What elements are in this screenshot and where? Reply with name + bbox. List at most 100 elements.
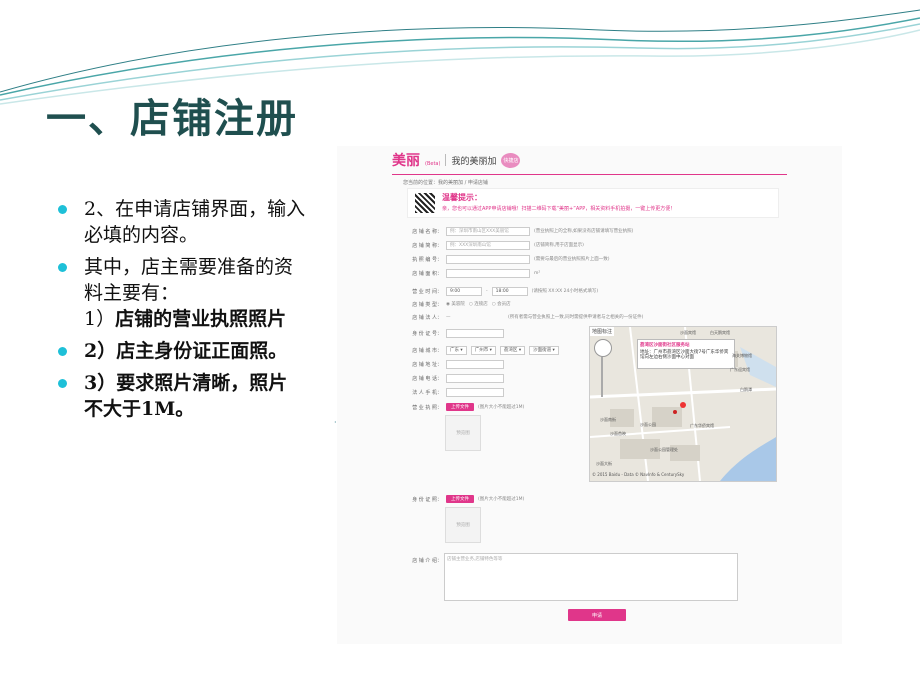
time-dash: - (486, 288, 488, 294)
field-label: 店 铺 名 称： (412, 228, 442, 235)
map-place-1: 沙面宾馆 (680, 330, 696, 335)
city-value: 广州市 (474, 348, 489, 353)
upload-id-button[interactable]: 上传文件 (446, 495, 474, 503)
field-label: 营 业 时 间： (412, 288, 442, 295)
map-place-6: 沙面南街 (600, 417, 616, 422)
city-select[interactable]: 广州市 ▾ (470, 345, 496, 355)
bullet-dot-icon (58, 379, 67, 388)
bullet-text-4: 3）要求照片清晰，照片不大于1M。 (84, 372, 288, 420)
shop-type-label-3: 会员店 (497, 302, 511, 307)
bullet-dot-icon (58, 205, 67, 214)
field-note: (请按照 XX:XX 24小时格式填写) (531, 289, 599, 294)
short-name-input[interactable]: 例：XXX深圳南山馆 (446, 240, 530, 250)
bullet-text-2: 其中，店主需要准备的资料主要有： (84, 256, 294, 304)
form-row-shop-name: 店 铺 名 称： 例：深圳市南山区XXX美丽馆 (营业执照上的全称,如果没有店铺… (409, 226, 633, 236)
form-row-license-upload: 营 业 执 照： 上传文件 (图片大小不能超过1M) (409, 402, 524, 412)
map-info-popup: 荔湾区沙面街社区服务站 地址：广州市荔湾区沙面大街7号广东华侨宾馆向左边右侧沙面… (637, 339, 735, 369)
bullet-list: 2、在申请店铺界面，输入必填的内容。 其中，店主需要准备的资料主要有： 1）店铺… (56, 196, 306, 428)
area-input[interactable] (446, 268, 530, 278)
form-row-phone: 店 铺 电 话： (409, 373, 504, 383)
map-place-9: 沙面首映 (610, 431, 626, 436)
bullet-text-2-bold: 店铺的营业执照照片 (115, 308, 287, 330)
field-label: 店 铺 类 型： (412, 301, 442, 308)
district-value: 荔湾区 (503, 348, 518, 353)
id-number-input[interactable] (446, 328, 504, 338)
qr-code-icon (415, 193, 435, 213)
bullet-dot-icon (58, 347, 67, 356)
license-number-input[interactable] (446, 254, 530, 264)
form-row-legal-person: 店 铺 法 人： — (所有者需与营业执照上一致,同时需提供申请者与之相关的一份… (409, 312, 643, 322)
bullet-text-2-extra: 1） (84, 308, 116, 330)
address-input[interactable] (446, 359, 504, 369)
field-label: 执 照 编 号： (412, 256, 442, 263)
map-place-5: 沙面公园管理处 (650, 447, 678, 452)
form-row-short-name: 店 铺 简 称： 例：XXX深圳南山馆 (店铺简称,用于店面显示) (409, 240, 584, 250)
map-label: 地图标注 (590, 327, 615, 336)
site-header: 美丽 (Beta) 我的美丽加 快捷店 (392, 148, 521, 172)
province-select[interactable]: 广东 ▾ (446, 345, 467, 355)
shop-type-radio-1[interactable]: ◉ 美容院 (446, 301, 465, 307)
site-logo[interactable]: 美丽 (392, 150, 420, 170)
shop-type-radio-2[interactable]: ○ 连锁店 (469, 301, 488, 307)
shop-type-label-1: 美容院 (451, 302, 465, 307)
shop-type-radio-3[interactable]: ○ 会员店 (492, 301, 511, 307)
intro-textarea[interactable]: 店铺主营业务,店铺特色等等 (444, 553, 738, 601)
field-note: (所有者需与营业执照上一致,同时需提供申请者与之相关的一份证件) (508, 315, 644, 320)
map-place-11: 广东迎宾馆 (730, 367, 750, 372)
slide-title: 一、店铺注册 (46, 95, 298, 142)
street-select[interactable]: 沙面街道 ▾ (529, 345, 559, 355)
page-heading: 我的美丽加 (451, 156, 497, 167)
field-note: (需要与最后的营业执照照片上面一致) (534, 257, 610, 262)
bullet-item-4: 3）要求照片清晰，照片不大于1M。 (56, 370, 306, 422)
registration-screenshot: 美丽 (Beta) 我的美丽加 快捷店 您当前的位置：我的美丽加 / 申请店铺 … (337, 146, 842, 644)
close-time-input[interactable]: 18:00 (491, 286, 528, 296)
bullet-item-3: 2）店主身份证正面照。 (56, 338, 306, 364)
field-label: 法 人 手 机： (412, 389, 442, 396)
map-widget[interactable]: 地图标注 荔湾区沙面街社区服务站 地址：广州市荔湾区沙面大街7号广东华侨宾馆向左… (589, 326, 777, 482)
field-label: 店 铺 介 绍： (412, 557, 442, 564)
bullet-item-2: 其中，店主需要准备的资料主要有： 1）店铺的营业执照照片 (56, 254, 306, 332)
shop-type-label-2: 连锁店 (474, 302, 488, 307)
field-note: (店铺简称,用于店面显示) (534, 243, 584, 248)
tip-title: 温馨提示： (442, 193, 482, 202)
map-place-3: 海关博物馆 (732, 353, 752, 358)
legal-person-value: — (446, 314, 451, 320)
form-row-shop-type: 店 铺 类 型： ◉ 美容院 ○ 连锁店 ○ 会员店 (409, 299, 511, 309)
field-label: 营 业 执 照： (412, 404, 442, 411)
form-row-license-no: 执 照 编 号： (需要与最后的营业执照照片上面一致) (409, 254, 610, 264)
map-zoom-slider[interactable] (601, 357, 603, 397)
field-label: 店 铺 地 址： (412, 361, 442, 368)
logo-beta: (Beta) (425, 161, 441, 167)
map-pan-control[interactable] (594, 339, 612, 357)
tip-text: 亲，您也可以通过APP申请店铺哦！扫描二维码下载“美丽+”APP，相关资料手机拍… (442, 206, 676, 212)
field-label: 身 份 证 号： (412, 330, 442, 337)
field-note: (营业执照上的全称,如果没有店铺请填写营业执照) (534, 229, 634, 234)
open-time-input[interactable]: 9:00 (446, 286, 482, 296)
field-label: 店 铺 电 话： (412, 375, 442, 382)
upload-license-button[interactable]: 上传文件 (446, 403, 474, 411)
street-value: 沙面街道 (533, 348, 552, 353)
mobile-input[interactable] (446, 387, 504, 397)
bullet-item-1: 2、在申请店铺界面，输入必填的内容。 (56, 196, 306, 248)
map-place-7: 白鹅潭 (740, 387, 752, 392)
field-label: 店 铺 法 人： (412, 314, 442, 321)
map-place-2: 白天鹅宾馆 (710, 330, 730, 335)
district-select[interactable]: 荔湾区 ▾ (499, 345, 526, 355)
phone-input[interactable] (446, 373, 504, 383)
submit-button[interactable]: 申请 (568, 609, 626, 621)
bullet-text-3: 2）店主身份证正面照。 (84, 340, 288, 362)
form-row-id-no: 身 份 证 号： (409, 328, 504, 338)
form-row-intro: 店 铺 介 绍： (409, 555, 442, 565)
bullet-text-1: 2、在申请店铺界面，输入必填的内容。 (84, 198, 306, 246)
breadcrumb: 您当前的位置：我的美丽加 / 申请店铺 (403, 180, 488, 186)
popup-title: 荔湾区沙面街社区服务站 (640, 343, 690, 348)
map-place-8: 广东华侨宾馆 (690, 423, 714, 428)
shop-name-input[interactable]: 例：深圳市南山区XXX美丽馆 (446, 226, 530, 236)
field-label: 店 铺 城 市： (412, 347, 442, 354)
tip-box: 温馨提示： 亲，您也可以通过APP申请店铺哦！扫描二维码下载“美丽+”APP，相… (407, 188, 779, 218)
shop-tag-badge: 快捷店 (501, 152, 521, 168)
header-divider (445, 154, 447, 166)
province-value: 广东 (450, 348, 459, 353)
form-row-mobile: 法 人 手 机： (409, 387, 504, 397)
field-label: 店 铺 面 积： (412, 270, 442, 277)
